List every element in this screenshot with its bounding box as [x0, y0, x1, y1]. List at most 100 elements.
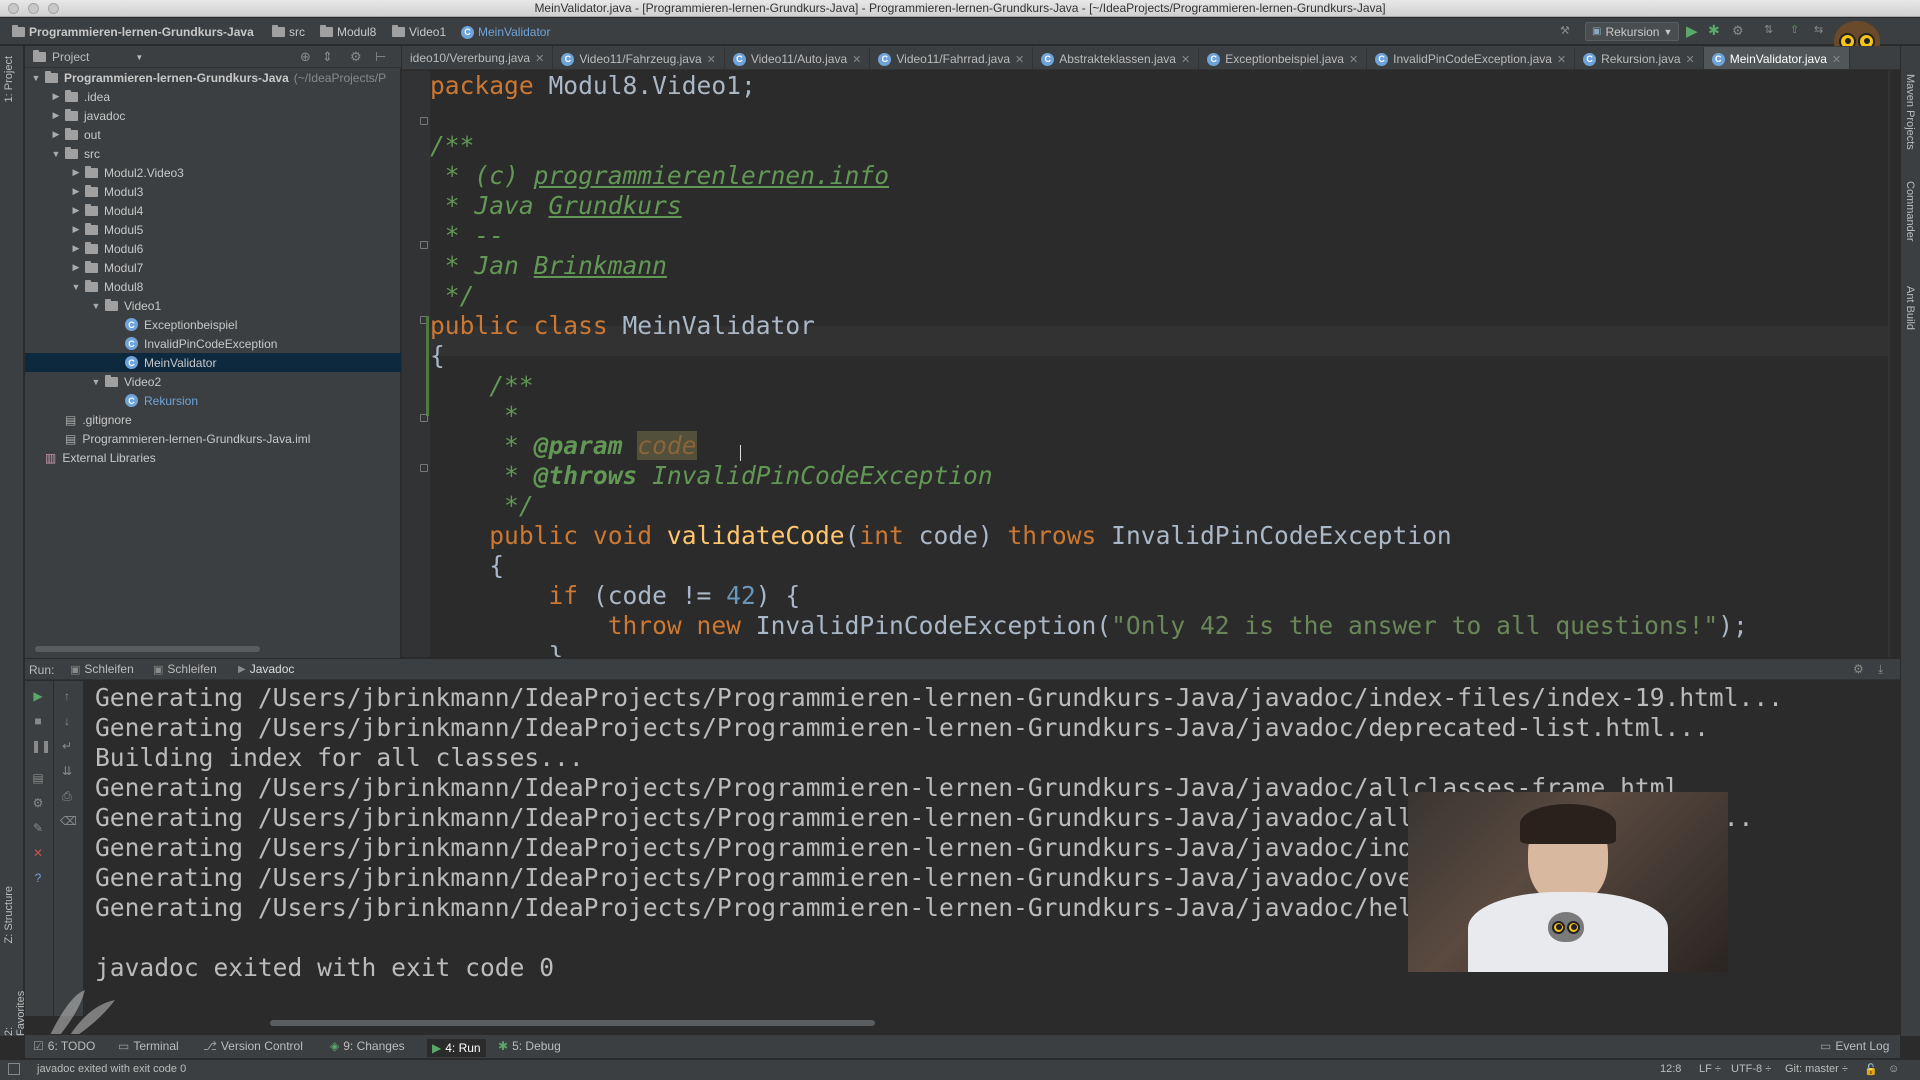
tree-item-rekursion[interactable]: C Rekursion	[25, 391, 401, 410]
tree-item-modul6[interactable]: ▶ Modul6	[25, 239, 401, 258]
breadcrumb-meinvalidator[interactable]: C MeinValidator	[461, 23, 550, 41]
hide-panel-icon[interactable]: ⤓	[1878, 662, 1883, 677]
tree-item-out[interactable]: ▶ out	[25, 125, 401, 144]
hector-icon[interactable]: ☺	[1888, 1063, 1899, 1075]
sync-icon[interactable]: ⊕	[300, 49, 311, 65]
run-tab-javadoc[interactable]: ▶ Javadoc	[238, 662, 294, 676]
close-tab-icon[interactable]: ✕	[1015, 53, 1024, 66]
tool-window-button[interactable]: ✱ 5: Debug	[498, 1039, 561, 1053]
tree-item-modul5[interactable]: ▶ Modul5	[25, 220, 401, 239]
caret-position[interactable]: 12:8	[1660, 1063, 1681, 1075]
clear-all-icon[interactable]: ⌫	[60, 814, 77, 828]
code-link[interactable]: programmierenlernen.info	[534, 161, 889, 190]
close-tab-icon[interactable]: ✕	[1181, 53, 1190, 66]
project-tool-tab[interactable]: 1: Project	[3, 56, 15, 102]
close-tab-icon[interactable]: ✕	[707, 53, 716, 66]
collapsed-arrow-icon[interactable]: ▶	[51, 91, 61, 102]
settings-icon[interactable]: ⚙	[31, 796, 45, 810]
run-tab-schleifen-2[interactable]: ▣ Schleifen	[153, 662, 217, 676]
print-icon[interactable]: ⎙	[60, 789, 74, 803]
tool-window-button[interactable]: ⎇ Version Control	[203, 1039, 303, 1053]
tree-item-idea[interactable]: ▶ .idea	[25, 87, 401, 106]
breadcrumb-project[interactable]: Programmieren-lernen-Grundkurs-Java	[12, 23, 254, 41]
code-editor[interactable]: package Modul8.Video1; /** * (c) program…	[430, 71, 1890, 657]
lock-icon[interactable]: 🔓	[1864, 1063, 1878, 1076]
fold-marker-icon[interactable]	[420, 464, 428, 472]
vcs-compare-icon[interactable]: ⇆	[1814, 23, 1823, 36]
commander-tool-tab[interactable]: Commander	[1904, 181, 1916, 242]
file-encoding[interactable]: UTF-8 ÷	[1731, 1063, 1771, 1075]
console-horizontal-scrollbar[interactable]	[270, 1020, 875, 1026]
maven-tool-tab[interactable]: Maven Projects	[1904, 74, 1916, 150]
fold-marker-icon[interactable]	[420, 414, 428, 422]
tree-item-programmieren-lernen-grundkurs-java-iml[interactable]: ▤ Programmieren-lernen-Grundkurs-Java.iml	[25, 429, 401, 448]
tree-item-modul7[interactable]: ▶ Modul7	[25, 258, 401, 277]
tree-item-modul8[interactable]: ▼ Modul8	[25, 277, 401, 296]
editor-tab[interactable]: C Rekursion.java ✕	[1575, 47, 1704, 69]
run-tab-schleifen-1[interactable]: ▣ Schleifen	[70, 662, 134, 676]
run-icon[interactable]: ▶	[1686, 22, 1698, 40]
editor-tab[interactable]: C Video11/Fahrzeug.java ✕	[553, 47, 725, 69]
expanded-arrow-icon[interactable]: ▼	[91, 377, 101, 387]
close-tab-icon[interactable]: ✕	[852, 53, 861, 66]
tool-window-button[interactable]: ☑ 6: TODO	[33, 1039, 95, 1053]
vcs-commit-icon[interactable]: ⇧	[1790, 23, 1799, 36]
collapsed-arrow-icon[interactable]: ▶	[51, 129, 61, 140]
collapsed-arrow-icon[interactable]: ▶	[71, 243, 81, 254]
breadcrumb-video1[interactable]: Video1	[392, 23, 446, 41]
dump-threads-icon[interactable]: ▤	[31, 771, 45, 785]
soft-wrap-icon[interactable]: ↵	[60, 739, 74, 753]
tree-item-modul2-video3[interactable]: ▶ Modul2.Video3	[25, 163, 401, 182]
rerun-icon[interactable]: ▶	[31, 689, 45, 703]
scroll-up-icon[interactable]: ↑	[60, 689, 74, 703]
close-tab-icon[interactable]: ✕	[1349, 53, 1358, 66]
breadcrumb-modul8[interactable]: Modul8	[320, 23, 376, 41]
tree-item-modul4[interactable]: ▶ Modul4	[25, 201, 401, 220]
collapsed-arrow-icon[interactable]: ▶	[71, 224, 81, 235]
collapsed-arrow-icon[interactable]: ▶	[71, 262, 81, 273]
tree-item-modul3[interactable]: ▶ Modul3	[25, 182, 401, 201]
settings-gear-icon[interactable]: ⚙	[350, 49, 362, 65]
close-icon[interactable]: ✕	[31, 846, 45, 860]
tool-window-button[interactable]: ▭ Terminal	[118, 1039, 179, 1053]
help-icon[interactable]: ?	[31, 871, 45, 885]
project-view-select[interactable]: Project ▼	[33, 50, 143, 64]
collapsed-arrow-icon[interactable]: ▶	[71, 205, 81, 216]
tool-window-button[interactable]: ▶ 4: Run	[427, 1039, 486, 1057]
vcs-change-marker[interactable]	[426, 316, 429, 416]
editor-tab[interactable]: C Abstrakteklassen.java ✕	[1033, 47, 1200, 69]
vcs-branch[interactable]: Git: master ÷	[1785, 1063, 1848, 1075]
collapsed-arrow-icon[interactable]: ▶	[71, 167, 81, 178]
tool-window-button[interactable]: ◈ 9: Changes	[330, 1039, 405, 1053]
structure-tool-tab[interactable]: Z: Structure	[3, 886, 15, 943]
pause-icon[interactable]: ❚❚	[31, 739, 51, 753]
editor-tab[interactable]: Cideo10/Vererbung.java✕	[402, 46, 554, 69]
close-tab-icon[interactable]: ✕	[535, 52, 544, 65]
editor-vertical-scrollbar[interactable]	[1888, 71, 1890, 657]
tree-item-meinvalidator[interactable]: C MeinValidator	[25, 353, 401, 372]
pin-icon[interactable]: ✎	[31, 821, 45, 835]
collapse-icon[interactable]: ⇕	[322, 49, 333, 65]
coverage-icon[interactable]: ⚙	[1732, 23, 1744, 39]
close-tab-icon[interactable]: ✕	[1686, 53, 1695, 66]
line-separator[interactable]: LF ÷	[1699, 1063, 1721, 1075]
expanded-arrow-icon[interactable]: ▼	[71, 282, 81, 292]
expanded-arrow-icon[interactable]: ▼	[91, 301, 101, 311]
project-horizontal-scrollbar[interactable]	[35, 646, 260, 652]
tree-item-video1[interactable]: ▼ Video1	[25, 296, 401, 315]
run-config-select[interactable]: ▣ Rekursion ▼	[1585, 22, 1680, 41]
tree-item-gitignore[interactable]: ▤ .gitignore	[25, 410, 401, 429]
tree-item-video2[interactable]: ▼ Video2	[25, 372, 401, 391]
scroll-to-end-icon[interactable]: ⇊	[60, 764, 74, 778]
collapsed-arrow-icon[interactable]: ▶	[71, 186, 81, 197]
event-log-button[interactable]: ▭ Event Log	[1820, 1039, 1889, 1053]
settings-gear-icon[interactable]: ⚙	[1853, 662, 1864, 676]
close-tab-icon[interactable]: ✕	[1557, 53, 1566, 66]
breadcrumb-src[interactable]: src	[272, 23, 305, 41]
toggle-tool-windows-icon[interactable]	[8, 1063, 20, 1075]
favorites-tool-tab[interactable]: 2: Favorites	[3, 986, 27, 1036]
editor-tab[interactable]: C Video11/Fahrrad.java ✕	[870, 47, 1034, 69]
editor-tab[interactable]: C Exceptionbeispiel.java ✕	[1199, 47, 1368, 69]
build-icon[interactable]: ⚒	[1560, 24, 1574, 38]
stop-icon[interactable]: ■	[31, 714, 45, 728]
